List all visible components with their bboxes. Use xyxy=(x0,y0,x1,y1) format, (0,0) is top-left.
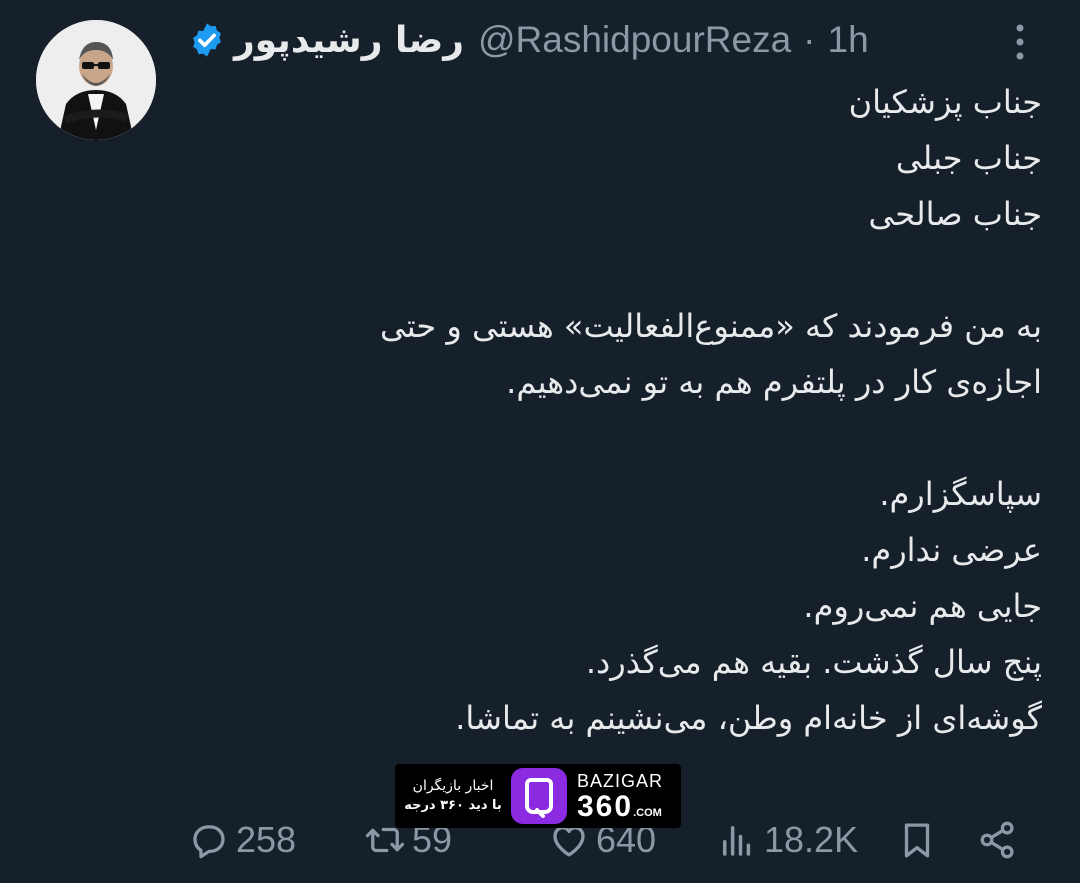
tweet-line: جناب صالحی xyxy=(868,195,1042,233)
avatar-photo xyxy=(36,20,156,140)
tweet-line: پنج سال گذشت. بقیه هم می‌گذرد. xyxy=(585,643,1042,681)
verified-badge-icon xyxy=(193,23,221,57)
share-icon xyxy=(980,821,1014,859)
tweet-line: جایی هم نمی‌روم. xyxy=(803,587,1042,625)
watermark-brand: BAZIGAR 360.COM xyxy=(577,770,663,822)
more-options-button[interactable] xyxy=(1008,20,1032,64)
reply-button[interactable]: 258 xyxy=(188,812,296,868)
view-count: 18.2K xyxy=(764,819,859,860)
bookmark-icon xyxy=(904,823,930,858)
logo-q-icon xyxy=(525,778,553,818)
tweet-line: سپاسگزارم. xyxy=(879,475,1042,513)
reply-icon xyxy=(193,825,225,859)
tweet-line: به من فرمودند که «ممنوع‌الفعالیت» هستی و… xyxy=(380,307,1042,345)
tweet-line: اجازه‌ی کار در پلتفرم هم به تو نمی‌دهیم. xyxy=(506,363,1042,401)
tweet-line: عرضی ندارم. xyxy=(861,531,1042,569)
header-separator: · xyxy=(803,19,816,60)
reply-count: 258 xyxy=(236,819,297,860)
tweet-text: جناب پزشکیان جناب جبلی جناب صالحی به من … xyxy=(190,74,1042,746)
watermark-brand-name: BAZIGAR xyxy=(577,771,664,791)
views-button[interactable]: 18.2K xyxy=(716,812,858,868)
bookmark-button[interactable] xyxy=(896,812,944,868)
tweet-header: رضا رشیدپور @RashidpourReza · 1h xyxy=(188,14,869,66)
watermark-brand-number: 360 xyxy=(577,790,634,823)
author-display-name[interactable]: رضا رشیدپور xyxy=(234,20,464,61)
share-button[interactable] xyxy=(976,812,1026,868)
bazigar360-watermark: اخبار بازیگران با دید ۳۶۰ درجه BAZIGAR 3… xyxy=(395,764,681,828)
watermark-tagline: اخبار بازیگران با دید ۳۶۰ درجه xyxy=(395,776,511,816)
tweet-line: جناب پزشکیان xyxy=(848,83,1042,121)
bazigar-logo-icon xyxy=(511,768,567,824)
avatar[interactable] xyxy=(36,20,156,140)
tweet-line: گوشه‌ای از خانه‌ام وطن، می‌نشینم به تماش… xyxy=(455,699,1042,737)
tweet-line: جناب جبلی xyxy=(895,139,1042,177)
watermark-brand-suffix: .COM xyxy=(633,807,662,819)
author-handle[interactable]: @RashidpourReza xyxy=(478,19,791,61)
analytics-icon xyxy=(723,826,751,856)
tweet-timestamp[interactable]: 1h xyxy=(828,19,869,61)
watermark-line1: اخبار بازیگران xyxy=(412,778,494,794)
more-vertical-icon xyxy=(1016,24,1024,60)
watermark-line2: با دید ۳۶۰ درجه xyxy=(404,798,502,813)
